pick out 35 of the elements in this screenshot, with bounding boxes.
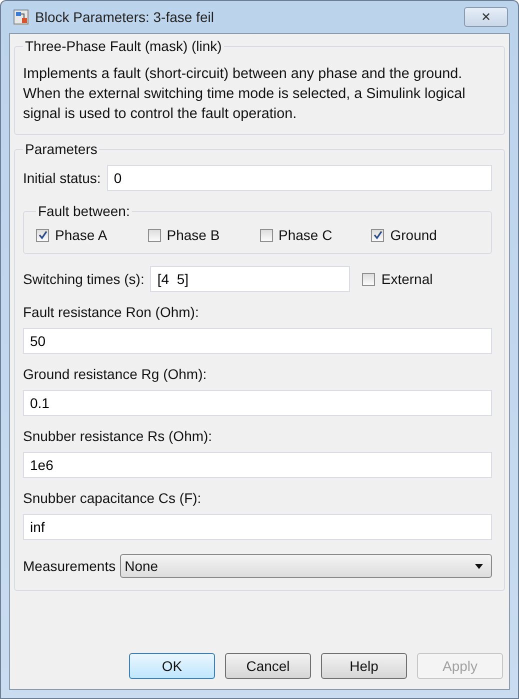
input-field[interactable]: 50 (23, 328, 492, 354)
checkbox-label: Phase A (55, 227, 108, 243)
field-label: Fault resistance Ron (Ohm): (23, 304, 200, 320)
dialog-button[interactable]: Cancel (225, 653, 311, 679)
checkbox-label: Phase C (278, 227, 332, 243)
group-title: Three-Phase Fault (mask) (link) (24, 38, 223, 54)
field-label: Snubber resistance Rs (Ohm): (23, 428, 214, 444)
input-field[interactable]: [4 5] (150, 266, 350, 292)
field-label: Measurements (23, 558, 116, 574)
checkbox[interactable] (148, 228, 161, 242)
dialog-button[interactable]: Help (321, 653, 407, 679)
description-text: Implements a fault (short-circuit) between any phase and the ground. When the external switching time mode is selected, a Simulink logical signal is used to control the fault operation. (23, 65, 466, 124)
checkbox-label: Ground (390, 227, 437, 243)
checkbox-label: External (381, 271, 433, 287)
field-label: Switching times (s): (23, 271, 144, 287)
checkbox[interactable] (36, 228, 49, 242)
group-title: Parameters (24, 141, 98, 157)
checkbox[interactable] (371, 228, 384, 242)
dialog-button[interactable]: OK (129, 653, 215, 679)
checkbox[interactable] (362, 272, 376, 286)
field-label: Snubber capacitance Cs (F): (23, 490, 202, 506)
input-field[interactable]: inf (23, 514, 492, 540)
window-title: Block Parameters: 3-fase feil (35, 9, 215, 25)
block-diagram-icon (13, 9, 29, 25)
input-field[interactable]: 1e6 (23, 452, 492, 478)
input-field[interactable]: 0.1 (23, 390, 492, 416)
field-label: Ground resistance Rg (Ohm): (23, 366, 208, 382)
group-title: Fault between: (37, 203, 131, 219)
dropdown[interactable]: None (120, 554, 492, 578)
checkbox[interactable] (260, 228, 272, 242)
dropdown-arrow-icon (475, 564, 483, 568)
checkbox-label: Phase B (166, 227, 220, 243)
close-button[interactable]: ✕ (464, 7, 508, 27)
field-label: Initial status: (23, 170, 101, 186)
input-field[interactable]: 0 (106, 165, 492, 191)
